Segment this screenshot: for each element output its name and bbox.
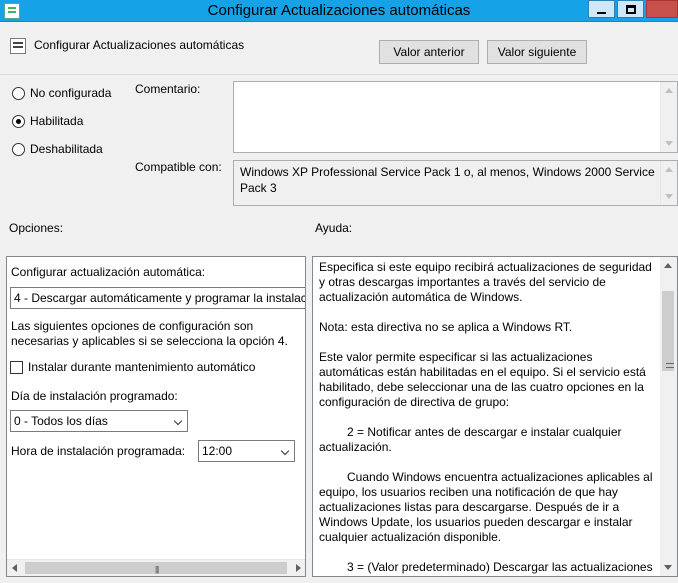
scroll-down-icon[interactable] bbox=[665, 141, 673, 146]
maintenance-checkbox-row[interactable]: Instalar durante mantenimiento automátic… bbox=[10, 360, 255, 374]
comment-scrollbar[interactable] bbox=[660, 82, 677, 152]
radio-not-configured[interactable]: No configurada bbox=[12, 86, 111, 100]
scroll-up-icon[interactable] bbox=[665, 88, 673, 93]
install-day-label: Día de instalación programado: bbox=[11, 389, 178, 403]
help-panel: Especifica si este equipo recibirá actua… bbox=[312, 256, 678, 577]
scroll-up-icon[interactable] bbox=[664, 263, 672, 268]
scroll-thumb[interactable] bbox=[662, 291, 674, 371]
radio-enabled[interactable]: Habilitada bbox=[12, 114, 83, 128]
scroll-left-icon[interactable] bbox=[12, 564, 17, 572]
install-time-value: 12:00 bbox=[202, 444, 233, 458]
install-day-dropdown[interactable]: 0 - Todos los días bbox=[10, 410, 188, 432]
radio-label: No configurada bbox=[30, 86, 112, 100]
header-divider bbox=[0, 74, 678, 75]
supported-on-value: Windows XP Professional Service Pack 1 o… bbox=[240, 165, 655, 195]
supported-scrollbar[interactable] bbox=[660, 161, 677, 205]
comment-label: Comentario: bbox=[135, 82, 201, 96]
scroll-up-icon[interactable] bbox=[665, 167, 673, 172]
policy-setting-icon bbox=[10, 38, 26, 54]
radio-label: Habilitada bbox=[30, 114, 84, 128]
help-paragraph: Este valor permite especificar si las ac… bbox=[319, 350, 646, 409]
help-paragraph: Nota: esta directiva no se aplica a Wind… bbox=[319, 320, 573, 334]
minimize-button[interactable] bbox=[588, 0, 615, 18]
scroll-down-icon[interactable] bbox=[665, 194, 673, 199]
configure-update-label: Configurar actualización automática: bbox=[11, 265, 206, 279]
help-paragraph: 2 = Notificar antes de descargar e insta… bbox=[319, 425, 622, 454]
window-title: Configurar Actualizaciones automáticas bbox=[207, 2, 471, 19]
configure-update-dropdown[interactable]: 4 - Descargar automáticamente y programa… bbox=[10, 287, 305, 309]
radio-circle[interactable] bbox=[12, 86, 25, 100]
maximize-icon bbox=[625, 4, 636, 14]
next-setting-button[interactable]: Valor siguiente bbox=[487, 40, 587, 64]
policy-name: Configurar Actualizaciones automáticas bbox=[34, 38, 245, 52]
help-paragraph: 3 = (Valor predeterminado) Descargar las… bbox=[347, 560, 653, 574]
help-paragraph: Cuando Windows encuentra actualizaciones… bbox=[319, 470, 653, 544]
comment-input[interactable] bbox=[233, 81, 678, 153]
chevron-down-icon bbox=[173, 416, 183, 426]
scroll-thumb[interactable]: ||| bbox=[25, 562, 287, 574]
title-bar: Configurar Actualizaciones automáticas bbox=[0, 0, 678, 22]
maintenance-checkbox[interactable] bbox=[10, 360, 23, 374]
install-day-value: 0 - Todos los días bbox=[14, 414, 108, 428]
help-heading: Ayuda: bbox=[315, 221, 353, 235]
required-options-note: Las siguientes opciones de configuración… bbox=[11, 319, 305, 349]
previous-setting-button[interactable]: Valor anterior bbox=[379, 40, 479, 64]
scroll-right-icon[interactable] bbox=[296, 564, 301, 572]
install-time-label: Hora de instalación programada: bbox=[11, 444, 186, 458]
radio-circle[interactable] bbox=[12, 114, 25, 128]
grip-icon bbox=[666, 363, 674, 368]
radio-disabled[interactable]: Deshabilitada bbox=[12, 142, 103, 156]
options-horizontal-scrollbar[interactable]: ||| bbox=[7, 559, 305, 576]
radio-circle[interactable] bbox=[12, 142, 25, 156]
supported-on-label: Compatible con: bbox=[135, 160, 222, 174]
grip-icon: ||| bbox=[155, 565, 159, 574]
help-paragraph: Especifica si este equipo recibirá actua… bbox=[319, 260, 652, 304]
scroll-down-icon[interactable] bbox=[664, 565, 672, 570]
help-scrollbar[interactable] bbox=[660, 257, 677, 576]
close-button[interactable] bbox=[646, 0, 678, 18]
minimize-icon bbox=[597, 11, 606, 14]
radio-label: Deshabilitada bbox=[30, 142, 103, 156]
maintenance-checkbox-label: Instalar durante mantenimiento automátic… bbox=[28, 360, 256, 374]
help-text: Especifica si este equipo recibirá actua… bbox=[319, 260, 655, 576]
maximize-button[interactable] bbox=[617, 0, 644, 18]
options-panel: Configurar actualización automática: 4 -… bbox=[6, 256, 306, 577]
install-time-dropdown[interactable]: 12:00 bbox=[198, 440, 295, 462]
options-heading: Opciones: bbox=[9, 221, 64, 235]
supported-on-field: Windows XP Professional Service Pack 1 o… bbox=[233, 160, 678, 206]
note-text: Las siguientes opciones de configuración… bbox=[11, 319, 288, 348]
chevron-down-icon bbox=[280, 446, 290, 456]
